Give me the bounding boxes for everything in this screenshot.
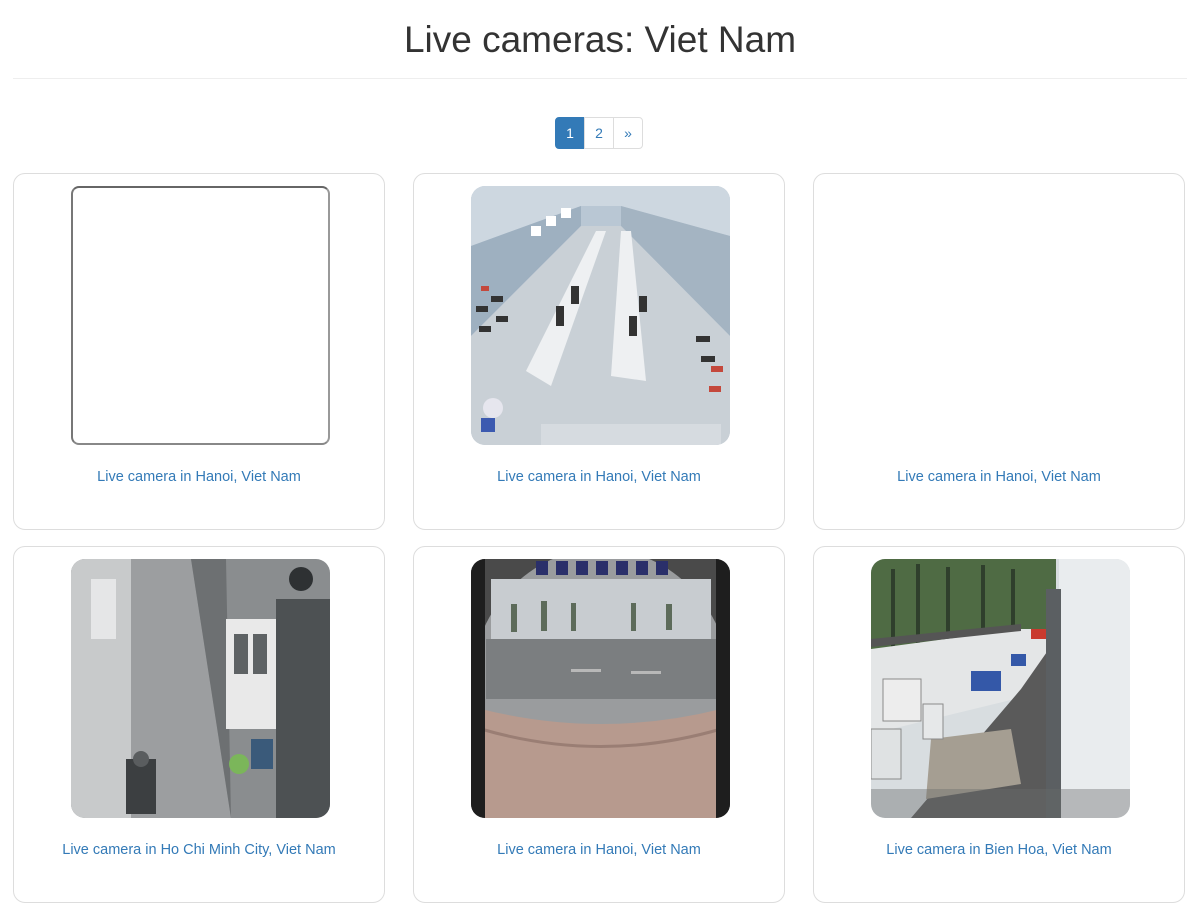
camera-thumbnail[interactable]: [871, 559, 1130, 818]
page-link-1[interactable]: 1: [555, 117, 585, 149]
camera-link[interactable]: Live camera in Hanoi, Viet Nam: [14, 469, 384, 485]
camera-card: Live camera in Ho Chi Minh City, Viet Na…: [13, 546, 385, 903]
camera-thumbnail[interactable]: [471, 559, 730, 818]
pagination: 1 2 »: [555, 117, 643, 149]
camera-link[interactable]: Live camera in Hanoi, Viet Nam: [414, 469, 784, 485]
page-title: Live cameras: Viet Nam: [403, 19, 797, 60]
page: Live cameras: Viet Nam 1 2 » Live camera…: [0, 0, 1200, 920]
camera-thumbnail[interactable]: [871, 186, 1130, 445]
street-fisheye-image: [471, 559, 730, 818]
camera-card: Live camera in Hanoi, Viet Nam: [413, 546, 785, 903]
camera-card: Live camera in Hanoi, Viet Nam: [813, 173, 1185, 530]
camera-card: Live camera in Hanoi, Viet Nam: [413, 173, 785, 530]
camera-card: Live camera in Bien Hoa, Viet Nam: [813, 546, 1185, 903]
camera-link[interactable]: Live camera in Hanoi, Viet Nam: [414, 842, 784, 858]
camera-link[interactable]: Live camera in Ho Chi Minh City, Viet Na…: [14, 842, 384, 858]
camera-thumbnail[interactable]: [71, 186, 330, 445]
house-alley-image: [71, 559, 330, 818]
next-page-link[interactable]: »: [613, 117, 643, 149]
title-divider: [13, 78, 1187, 79]
camera-card: Live camera in Hanoi, Viet Nam: [13, 173, 385, 530]
shoe-store-image: [471, 186, 730, 445]
camera-link[interactable]: Live camera in Bien Hoa, Viet Nam: [814, 842, 1184, 858]
camera-link[interactable]: Live camera in Hanoi, Viet Nam: [814, 469, 1184, 485]
factory-yard-image: [871, 559, 1130, 818]
camera-thumbnail[interactable]: [471, 186, 730, 445]
page-link-2[interactable]: 2: [584, 117, 614, 149]
camera-thumbnail[interactable]: [71, 559, 330, 818]
